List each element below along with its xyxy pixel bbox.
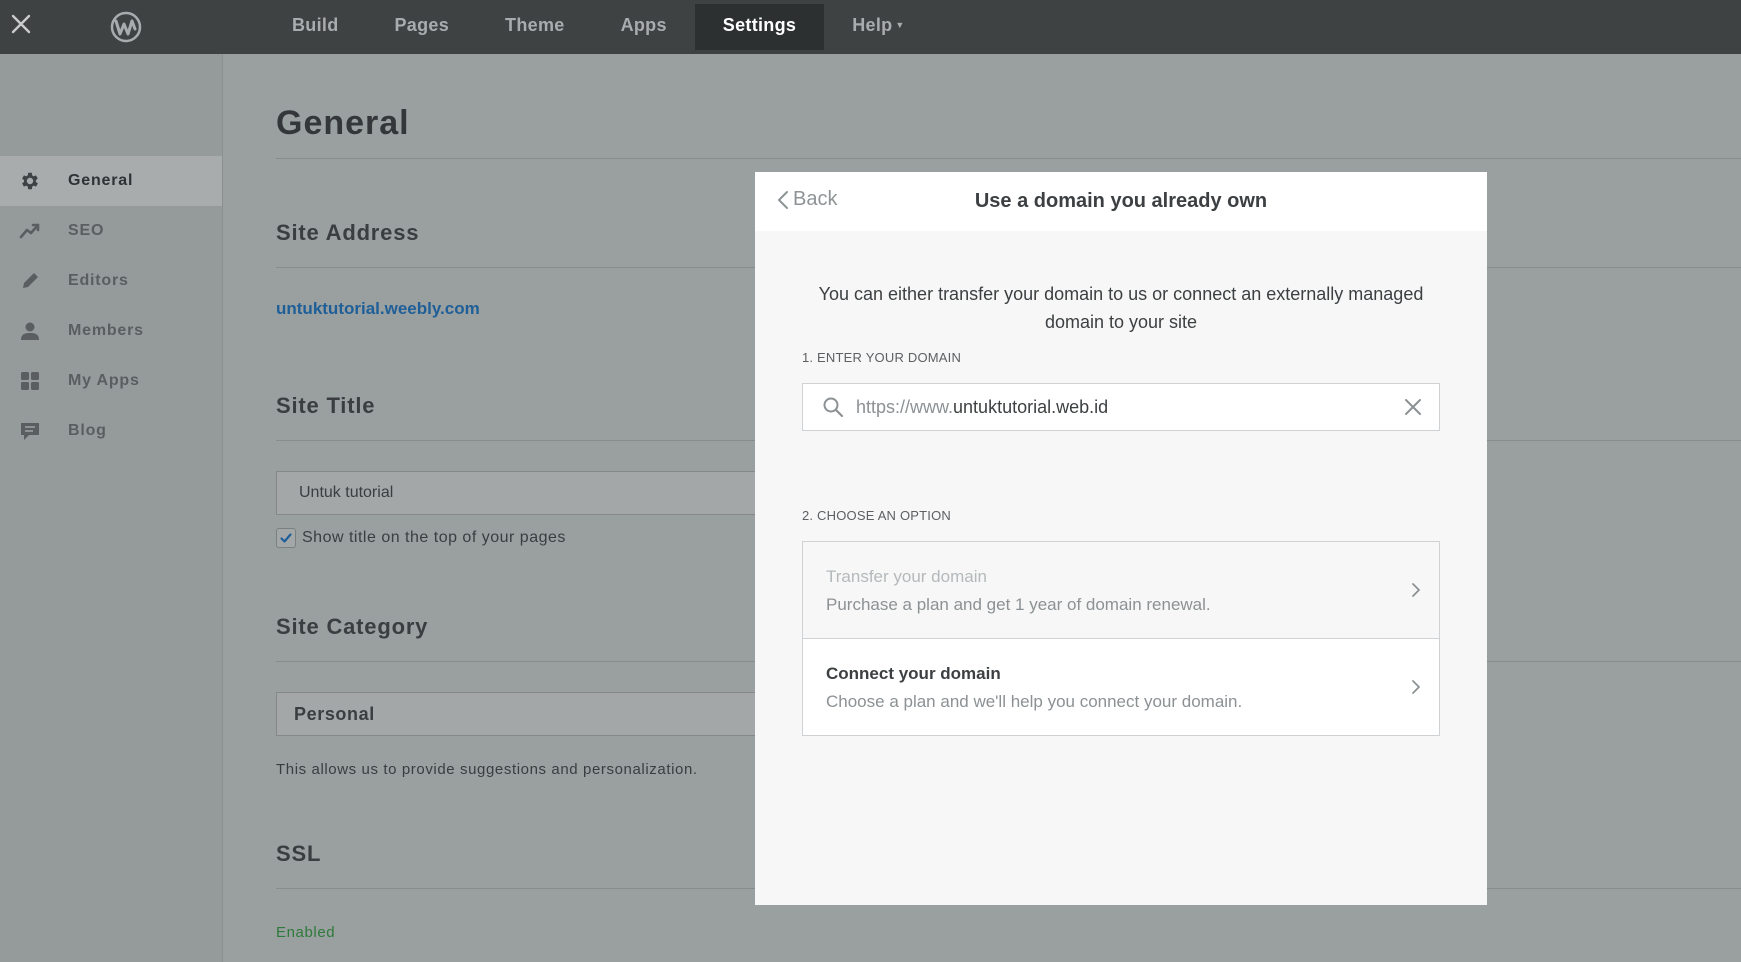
close-icon[interactable] — [6, 11, 36, 41]
sidebar-item-editors[interactable]: Editors — [0, 256, 222, 306]
show-title-row: Show title on the top of your pages — [276, 528, 566, 548]
page-title: General — [276, 104, 410, 142]
option-desc: Purchase a plan and get 1 year of domain… — [826, 595, 1211, 614]
nav-pages[interactable]: Pages — [367, 4, 478, 50]
comment-icon — [19, 420, 41, 442]
search-icon — [822, 396, 844, 418]
weebly-logo-icon[interactable] — [108, 10, 144, 44]
divider — [276, 158, 1741, 159]
ssl-heading: SSL — [276, 841, 322, 866]
nav-pages-label: Pages — [394, 15, 450, 35]
nav-theme-label: Theme — [505, 15, 565, 35]
nav-settings[interactable]: Settings — [694, 4, 825, 50]
pencil-icon — [19, 270, 41, 292]
site-category-heading: Site Category — [276, 614, 429, 639]
step2-label: 2. CHOOSE AN OPTION — [802, 508, 951, 523]
ssl-status: Enabled — [276, 924, 336, 941]
show-title-label: Show title on the top of your pages — [302, 529, 566, 546]
sidebar-item-seo[interactable]: SEO — [0, 206, 222, 256]
sidebar-item-general[interactable]: General — [0, 156, 222, 206]
domain-prefix: https://www. — [856, 396, 954, 417]
caret-down-icon: ▼ — [895, 20, 905, 30]
step1-label: 1. ENTER YOUR DOMAIN — [802, 350, 962, 365]
site-category-helper: This allows us to provide suggestions an… — [276, 761, 698, 778]
site-address-heading: Site Address — [276, 220, 420, 245]
option-desc: Choose a plan and we'll help you connect… — [826, 692, 1243, 711]
transfer-domain-option[interactable]: Transfer your domain Purchase a plan and… — [802, 541, 1440, 639]
sidebar-item-label: Members — [68, 322, 144, 339]
chevron-right-icon — [1411, 582, 1421, 598]
nav-help[interactable]: Help ▼ — [824, 4, 932, 50]
clear-icon[interactable] — [1403, 397, 1423, 417]
gear-icon — [19, 170, 41, 192]
top-bar: Build Pages Theme Apps Settings Help ▼ — [0, 0, 1741, 54]
option-title: Transfer your domain — [826, 567, 987, 586]
modal-intro: You can either transfer your domain to u… — [818, 284, 1424, 332]
nav-build-label: Build — [292, 15, 339, 35]
use-domain-modal: Back Use a domain you already own You ca… — [755, 172, 1487, 905]
domain-field[interactable]: https://www. untuktutorial.web.id — [802, 383, 1440, 431]
show-title-checkbox[interactable] — [276, 528, 296, 548]
domain-input-value[interactable]: untuktutorial.web.id — [953, 397, 1108, 418]
sidebar-item-my-apps[interactable]: My Apps — [0, 356, 222, 406]
chevron-right-icon — [1411, 679, 1421, 695]
grid-icon — [19, 370, 41, 392]
connect-domain-option[interactable]: Connect your domain Choose a plan and we… — [802, 638, 1440, 736]
nav-build[interactable]: Build — [264, 4, 367, 50]
settings-sidebar: General SEO Editors Members My Apps Blog — [0, 54, 223, 962]
person-icon — [19, 320, 41, 342]
modal-title: Use a domain you already own — [974, 190, 1268, 212]
sidebar-item-label: General — [68, 172, 134, 189]
site-category-select[interactable]: Personal — [276, 692, 776, 736]
sidebar-item-members[interactable]: Members — [0, 306, 222, 356]
nav-help-label: Help — [852, 15, 893, 35]
nav-apps[interactable]: Apps — [593, 4, 695, 50]
trend-icon — [19, 220, 41, 242]
sidebar-item-label: My Apps — [68, 372, 140, 389]
nav-settings-label: Settings — [722, 15, 797, 35]
top-nav: Build Pages Theme Apps Settings Help ▼ — [264, 0, 933, 54]
sidebar-item-label: Editors — [68, 272, 129, 289]
modal-header: Back Use a domain you already own — [755, 172, 1487, 231]
nav-theme[interactable]: Theme — [477, 4, 593, 50]
nav-apps-label: Apps — [620, 15, 667, 35]
site-address-link[interactable]: untuktutorial.weebly.com — [276, 299, 480, 319]
sidebar-item-label: Blog — [68, 422, 107, 439]
site-title-input[interactable]: Untuk tutorial — [276, 471, 776, 515]
site-title-heading: Site Title — [276, 393, 376, 418]
sidebar-item-blog[interactable]: Blog — [0, 406, 222, 456]
sidebar-item-label: SEO — [68, 222, 105, 239]
option-title: Connect your domain — [826, 664, 1001, 683]
